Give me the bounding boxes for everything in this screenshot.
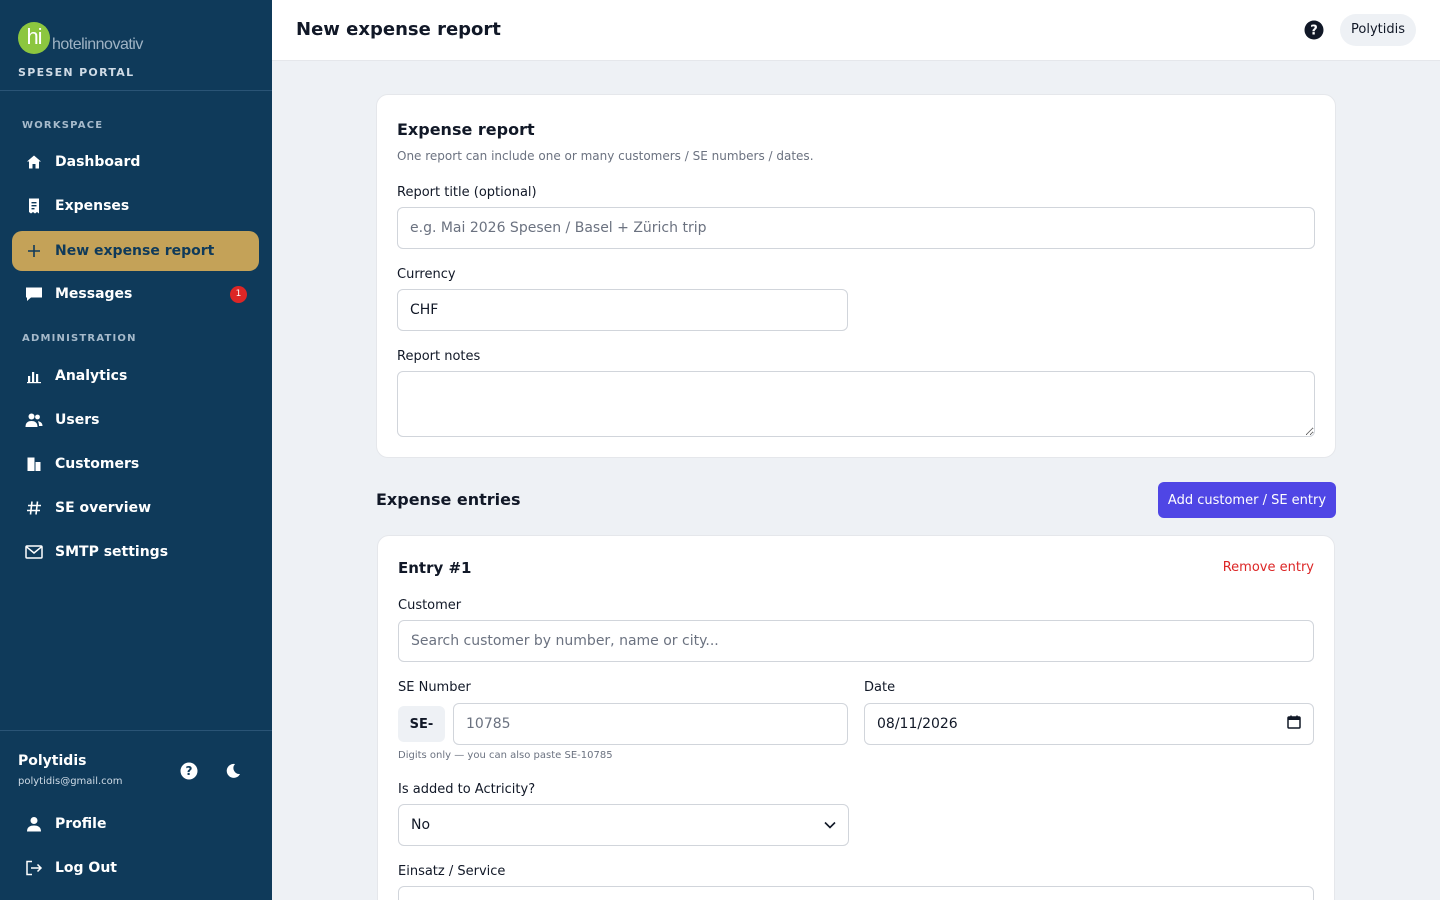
report-notes-textarea[interactable]	[397, 371, 1315, 437]
building-icon	[25, 455, 43, 473]
bar-chart-icon	[25, 367, 43, 385]
administration-section-label: ADMINISTRATION	[22, 333, 137, 344]
sidebar-item-se-overview[interactable]: SE overview	[12, 488, 259, 528]
unread-badge: 1	[230, 286, 247, 303]
customer-search-input[interactable]	[398, 620, 1314, 662]
sidebar-item-label: Dashboard	[55, 154, 141, 170]
report-notes-label: Report notes	[397, 349, 481, 364]
sidebar: hi hotelinnovativ SPESEN PORTAL WORKSPAC…	[0, 0, 272, 900]
expense-report-card: Expense report One report can include on…	[376, 94, 1336, 458]
sidebar-item-customers[interactable]: Customers	[12, 444, 259, 484]
add-entry-button[interactable]: Add customer / SE entry	[1158, 482, 1336, 518]
dark-mode-toggle-icon[interactable]	[223, 761, 243, 781]
profile-label: Profile	[55, 816, 107, 832]
svg-text:?: ?	[1310, 24, 1318, 39]
sidebar-item-new-expense-report[interactable]: New expense report	[12, 231, 259, 271]
date-label: Date	[864, 680, 896, 695]
profile-link[interactable]: Profile	[12, 804, 259, 844]
sidebar-item-label: New expense report	[55, 243, 215, 259]
logo[interactable]: hi hotelinnovativ	[18, 16, 254, 54]
entry-card: Entry #1 Remove entry Customer SE Number…	[377, 535, 1335, 900]
report-card-title: Expense report	[397, 120, 535, 139]
date-value: 08/11/2026	[877, 716, 958, 732]
report-card-subtitle: One report can include one or many custo…	[397, 149, 814, 163]
svg-text:?: ?	[186, 764, 193, 778]
chevron-down-icon	[824, 817, 836, 833]
mail-icon	[25, 543, 43, 561]
sidebar-item-label: SMTP settings	[55, 544, 169, 560]
sidebar-item-label: Messages	[55, 286, 133, 302]
logout-label: Log Out	[55, 860, 117, 876]
help-icon[interactable]: ?	[179, 761, 199, 781]
sidebar-item-label: Users	[55, 412, 100, 428]
user-email: polytidis@gmail.com	[18, 776, 123, 787]
activity-label: Is added to Actricity?	[398, 782, 536, 797]
chat-icon	[25, 285, 43, 303]
logout-icon	[25, 859, 43, 877]
hash-icon	[25, 499, 43, 517]
sidebar-item-label: Analytics	[55, 368, 128, 384]
portal-name: SPESEN PORTAL	[18, 66, 135, 79]
se-number-input[interactable]	[453, 703, 848, 745]
plus-icon	[25, 242, 43, 260]
se-prefix: SE-	[398, 706, 445, 742]
sidebar-item-users[interactable]: Users	[12, 400, 259, 440]
home-icon	[25, 153, 43, 171]
date-input[interactable]: 08/11/2026	[864, 703, 1314, 745]
service-label: Einsatz / Service	[398, 864, 506, 879]
user-menu-button[interactable]: Polytidis	[1340, 14, 1416, 46]
se-number-label: SE Number	[398, 680, 471, 695]
currency-input[interactable]	[397, 289, 848, 331]
activity-select-value: No	[411, 817, 431, 833]
users-icon	[25, 411, 43, 429]
sidebar-footer: Polytidis polytidis@gmail.com ? Profile …	[0, 730, 272, 900]
logo-mark: hi	[18, 22, 50, 54]
sidebar-item-label: SE overview	[55, 500, 152, 516]
sidebar-item-label: Expenses	[55, 198, 130, 214]
expense-entries-heading: Expense entries	[376, 490, 521, 509]
sidebar-item-expenses[interactable]: Expenses	[12, 186, 259, 226]
workspace-section-label: WORKSPACE	[22, 120, 104, 131]
service-input[interactable]	[398, 886, 1314, 900]
sidebar-item-label: Customers	[55, 456, 140, 472]
entry-title: Entry #1	[398, 559, 472, 577]
se-number-hint: Digits only — you can also paste SE-1078…	[398, 750, 613, 761]
user-name: Polytidis	[18, 753, 87, 769]
remove-entry-link[interactable]: Remove entry	[1223, 560, 1314, 575]
calendar-icon[interactable]	[1287, 715, 1301, 733]
sidebar-item-analytics[interactable]: Analytics	[12, 356, 259, 396]
report-title-input[interactable]	[397, 207, 1315, 249]
header-help-icon[interactable]: ?	[1304, 20, 1324, 40]
report-title-label: Report title (optional)	[397, 185, 537, 200]
user-icon	[25, 815, 43, 833]
logo-name: hotelinnovativ	[52, 36, 143, 53]
currency-label: Currency	[397, 267, 456, 282]
activity-select[interactable]: No	[398, 804, 849, 846]
sidebar-item-messages[interactable]: Messages 1	[12, 274, 259, 314]
top-header: New expense report ? Polytidis	[272, 0, 1440, 61]
customer-label: Customer	[398, 598, 462, 613]
sidebar-item-dashboard[interactable]: Dashboard	[12, 142, 259, 182]
receipt-icon	[25, 197, 43, 215]
sidebar-item-smtp-settings[interactable]: SMTP settings	[12, 532, 259, 572]
page-title: New expense report	[296, 19, 501, 40]
logout-link[interactable]: Log Out	[12, 848, 259, 888]
brand: hi hotelinnovativ SPESEN PORTAL	[0, 0, 272, 91]
